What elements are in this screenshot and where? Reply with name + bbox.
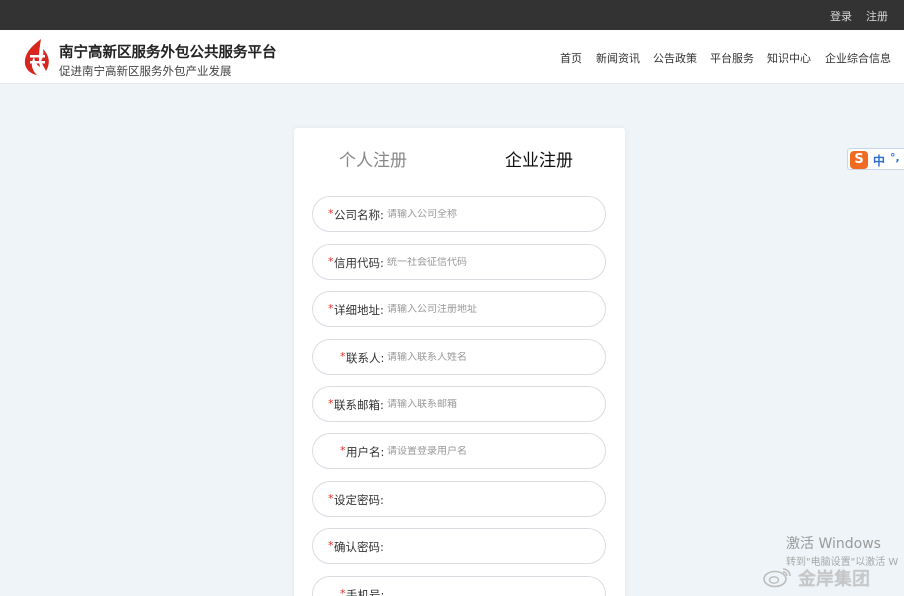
contact-email-label: 联系邮箱:: [334, 398, 384, 412]
required-mark: *: [340, 587, 346, 596]
required-mark: *: [328, 397, 334, 410]
address-field[interactable]: * 详细地址:: [312, 291, 606, 327]
required-mark: *: [340, 444, 346, 457]
nav-enterprise-info[interactable]: 企业综合信息: [825, 50, 891, 66]
credit-code-input[interactable]: [387, 257, 587, 268]
nav-news[interactable]: 新闻资讯: [596, 50, 640, 66]
login-link[interactable]: 登录: [830, 8, 852, 24]
required-mark: *: [328, 302, 334, 315]
nav-policy[interactable]: 公告政策: [653, 50, 697, 66]
site-header: 南宁高新区服务外包公共服务平台 促进南宁高新区服务外包产业发展 首页 新闻资讯 …: [0, 30, 904, 84]
address-label: 详细地址:: [334, 303, 384, 317]
top-bar: 登录 注册: [0, 0, 904, 30]
required-mark: *: [328, 255, 334, 268]
nav-services[interactable]: 平台服务: [710, 50, 754, 66]
site-title: 南宁高新区服务外包公共服务平台: [59, 45, 277, 61]
address-input[interactable]: [387, 304, 587, 315]
ime-language-toggle[interactable]: 中: [873, 152, 885, 169]
required-mark: *: [328, 539, 334, 552]
windows-activation-title: 激活 Windows: [786, 536, 881, 552]
phone-field[interactable]: * 手机号:: [312, 576, 606, 596]
username-field[interactable]: * 用户名:: [312, 433, 606, 469]
required-mark: *: [328, 207, 334, 220]
sogou-logo-icon[interactable]: S: [850, 151, 868, 169]
flame-logo-icon[interactable]: [22, 37, 52, 77]
username-input[interactable]: [387, 446, 587, 457]
site-subtitle: 促进南宁高新区服务外包产业发展: [59, 64, 232, 78]
phone-input[interactable]: [387, 589, 587, 596]
required-mark: *: [328, 492, 334, 505]
ime-punctuation-toggle[interactable]: °,: [890, 151, 900, 164]
contact-person-input[interactable]: [387, 352, 587, 363]
company-name-label: 公司名称:: [334, 208, 384, 222]
ime-toolbar[interactable]: S 中 °,: [847, 148, 904, 170]
required-mark: *: [340, 350, 346, 363]
confirm-password-label: 确认密码:: [334, 540, 384, 554]
password-input[interactable]: [387, 494, 587, 505]
tab-company-register[interactable]: 企业注册: [505, 146, 573, 171]
watermark-text: 金岸集团: [798, 569, 870, 590]
contact-person-label: 联系人:: [346, 351, 385, 365]
confirm-password-field[interactable]: * 确认密码:: [312, 528, 606, 564]
phone-label: 手机号:: [346, 588, 385, 596]
credit-code-field[interactable]: * 信用代码:: [312, 244, 606, 280]
tab-personal-register[interactable]: 个人注册: [339, 146, 407, 171]
contact-email-input[interactable]: [387, 399, 587, 410]
password-label: 设定密码:: [334, 493, 384, 507]
username-label: 用户名:: [346, 445, 385, 459]
credit-code-label: 信用代码:: [334, 256, 384, 270]
weibo-icon: [763, 568, 791, 588]
contact-email-field[interactable]: * 联系邮箱:: [312, 386, 606, 422]
company-name-field[interactable]: * 公司名称:: [312, 196, 606, 232]
nav-home[interactable]: 首页: [560, 50, 582, 66]
confirm-password-input[interactable]: [387, 541, 587, 552]
nav-knowledge[interactable]: 知识中心: [767, 50, 811, 66]
register-link[interactable]: 注册: [866, 8, 888, 24]
company-name-input[interactable]: [387, 209, 587, 220]
contact-person-field[interactable]: * 联系人:: [312, 339, 606, 375]
password-field[interactable]: * 设定密码:: [312, 481, 606, 517]
registration-card: 个人注册 企业注册 * 公司名称: * 信用代码: * 详细地址: * 联系人:…: [294, 128, 625, 596]
